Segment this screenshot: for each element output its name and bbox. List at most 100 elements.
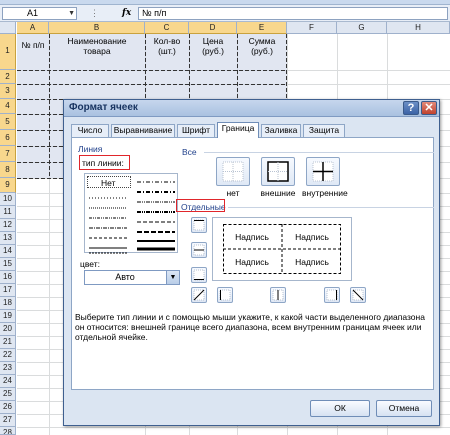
ok-button[interactable]: ОК (310, 400, 370, 417)
tab-font[interactable]: Шрифт (177, 124, 215, 137)
dialog-title: Формат ячеек (69, 102, 138, 113)
row-header-7[interactable]: 7 (0, 146, 16, 162)
border-diagonal-up-button[interactable] (191, 287, 207, 303)
border-diagonal-up-icon (193, 289, 205, 301)
all-group-line (204, 152, 434, 153)
header-cell-name-line2: товара (83, 46, 111, 56)
row-header-1[interactable]: 1 (0, 34, 16, 70)
preset-outline-icon (267, 161, 289, 182)
chevron-down-icon[interactable]: ▼ (68, 9, 75, 18)
border-preview[interactable]: Надпись Надпись Надпись Надпись (212, 217, 352, 281)
preset-inside-icon (312, 161, 334, 182)
row-header-27[interactable]: 27 (0, 414, 16, 427)
row-header-4[interactable]: 4 (0, 99, 16, 114)
header-cell-price[interactable]: Цена (руб.) (189, 36, 237, 56)
row-header-2[interactable]: 2 (0, 70, 16, 84)
column-header-d[interactable]: D (189, 22, 237, 34)
row-header-19[interactable]: 19 (0, 310, 16, 323)
border-right-button[interactable] (324, 287, 340, 303)
row-header-6[interactable]: 6 (0, 130, 16, 146)
row-header-10[interactable]: 10 (0, 193, 16, 206)
header-cell-name[interactable]: Наименование товара (49, 36, 145, 56)
row-header-15[interactable]: 15 (0, 258, 16, 271)
line-style-list[interactable]: Нет (84, 173, 179, 254)
formula-input[interactable]: № п/п (138, 7, 448, 20)
color-label: цвет: (80, 259, 100, 269)
row-header-8[interactable]: 8 (0, 162, 16, 178)
column-header-h[interactable]: H (387, 22, 450, 34)
row-header-28[interactable]: 28 (0, 427, 16, 435)
preset-none-label: нет (226, 188, 240, 198)
splitter-icon[interactable]: ⋮ (90, 7, 99, 20)
border-inner-horizontal-button[interactable] (191, 242, 207, 258)
preview-text-4: Надпись (295, 257, 329, 267)
header-cell-name-line1: Наименование (67, 36, 127, 46)
row-header-25[interactable]: 25 (0, 388, 16, 401)
row-header-11[interactable]: 11 (0, 206, 16, 219)
header-cell-number[interactable]: № п/п (17, 40, 49, 50)
border-left-button[interactable] (217, 287, 233, 303)
header-cell-qty-line1: Кол-во (153, 36, 181, 46)
hint-text: Выберите тип линии и с помощью мыши укаж… (75, 312, 425, 342)
select-all-corner[interactable] (0, 22, 16, 34)
cancel-button[interactable]: Отмена (376, 400, 432, 417)
row-header-13[interactable]: 13 (0, 232, 16, 245)
column-header-g[interactable]: G (337, 22, 387, 34)
border-left-icon (219, 289, 231, 301)
row-header-18[interactable]: 18 (0, 297, 16, 310)
tab-border[interactable]: Граница (217, 122, 259, 138)
header-cell-qty-line2: (шт.) (158, 46, 176, 56)
preview-borders (223, 224, 341, 274)
color-select[interactable]: Авто ▼ (84, 270, 180, 285)
preset-none-button[interactable] (216, 157, 250, 186)
row-header-23[interactable]: 23 (0, 362, 16, 375)
column-header-a[interactable]: A (17, 22, 49, 34)
formula-bar: A1 ▼ ⋮ fx № п/п (0, 5, 450, 22)
header-cell-sum[interactable]: Сумма (руб.) (237, 36, 287, 56)
column-header-e[interactable]: E (237, 22, 287, 34)
line-styles[interactable] (85, 174, 179, 254)
row-header-26[interactable]: 26 (0, 401, 16, 414)
tab-fill[interactable]: Заливка (261, 124, 301, 137)
preset-outline-button[interactable] (261, 157, 295, 186)
border-diagonal-down-button[interactable] (350, 287, 366, 303)
column-header-b[interactable]: B (49, 22, 145, 34)
row-header-14[interactable]: 14 (0, 245, 16, 258)
border-inner-vertical-button[interactable] (270, 287, 286, 303)
row-header-17[interactable]: 17 (0, 284, 16, 297)
header-cell-sum-line1: Сумма (248, 36, 276, 46)
row-header-20[interactable]: 20 (0, 323, 16, 336)
row-header-9[interactable]: 9 (0, 178, 16, 193)
preview-text-2: Надпись (295, 232, 329, 242)
row-header-5[interactable]: 5 (0, 114, 16, 130)
row-header-22[interactable]: 22 (0, 349, 16, 362)
chevron-down-icon[interactable]: ▼ (166, 271, 179, 284)
preview-text-1: Надпись (235, 232, 269, 242)
color-select-value: Авто (115, 272, 135, 282)
dialog-titlebar[interactable]: Формат ячеек ? ✕ (64, 100, 439, 117)
close-icon[interactable]: ✕ (421, 101, 437, 115)
header-cell-price-line2: (руб.) (202, 46, 224, 56)
row-header-21[interactable]: 21 (0, 336, 16, 349)
border-bottom-button[interactable] (191, 267, 207, 283)
column-header-c[interactable]: C (145, 22, 189, 34)
tab-protection[interactable]: Защита (303, 124, 345, 137)
row-header-16[interactable]: 16 (0, 271, 16, 284)
border-inner-vertical-icon (272, 289, 284, 301)
column-header-f[interactable]: F (287, 22, 337, 34)
line-group-label: Линия (78, 144, 103, 154)
row-header-24[interactable]: 24 (0, 375, 16, 388)
tab-number[interactable]: Число (71, 124, 109, 137)
name-box[interactable]: A1 ▼ (2, 7, 77, 20)
header-cell-qty[interactable]: Кол-во (шт.) (145, 36, 189, 56)
tab-alignment[interactable]: Выравнивание (111, 124, 175, 137)
preset-inside-label: внутренние (302, 188, 348, 198)
preset-inside-button[interactable] (306, 157, 340, 186)
help-icon[interactable]: ? (403, 101, 419, 115)
row-header-3[interactable]: 3 (0, 84, 16, 99)
header-cell-sum-line2: (руб.) (251, 46, 273, 56)
row-header-12[interactable]: 12 (0, 219, 16, 232)
border-top-button[interactable] (191, 217, 207, 233)
insert-function-icon[interactable]: fx (122, 7, 131, 20)
cell-reference: A1 (27, 8, 39, 18)
